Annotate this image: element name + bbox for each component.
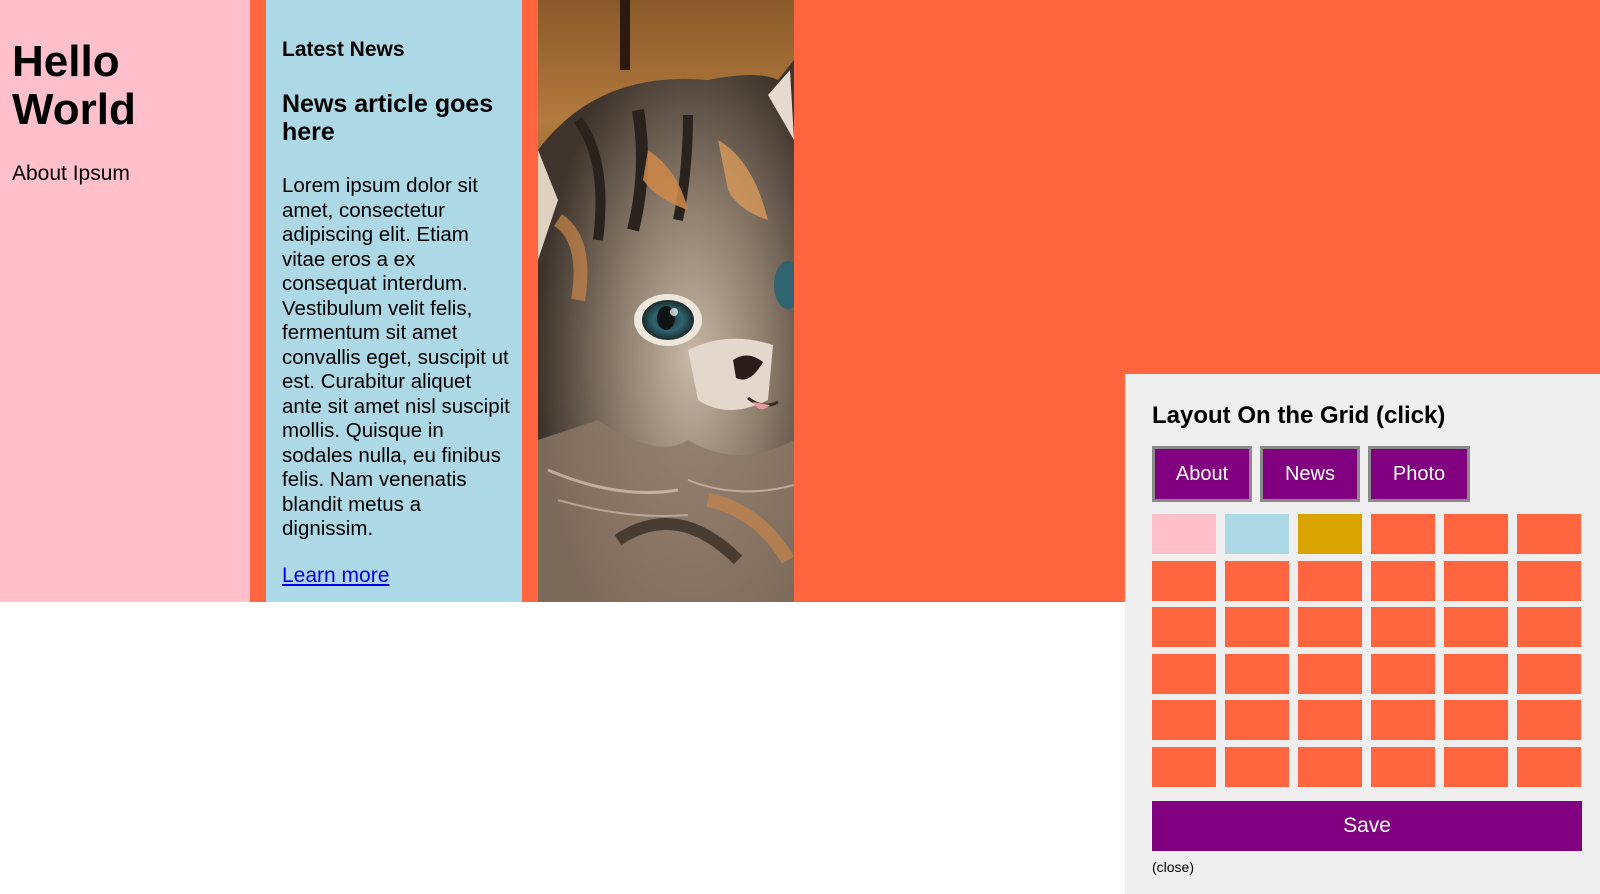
grid-cell-empty[interactable]: [1517, 700, 1581, 740]
grid-cell-empty[interactable]: [1444, 746, 1508, 787]
grid-cell-about[interactable]: [1152, 514, 1216, 554]
grid-cell-empty[interactable]: [1444, 700, 1508, 740]
grid-cell-empty[interactable]: [1371, 514, 1435, 554]
grid-cell-news[interactable]: [1225, 514, 1289, 554]
dialog-title: Layout On the Grid (click): [1152, 402, 1446, 429]
grid-cell-empty[interactable]: [1225, 607, 1289, 647]
grid-cell-empty[interactable]: [1371, 700, 1435, 740]
grid-cell-empty[interactable]: [1298, 607, 1362, 647]
grid-cell-empty[interactable]: [1371, 746, 1435, 787]
learn-more-link[interactable]: Learn more: [282, 564, 389, 588]
grid-cell-empty[interactable]: [1298, 653, 1362, 694]
grid-cell-empty[interactable]: [1152, 653, 1216, 694]
grid-cell-empty[interactable]: [1152, 746, 1216, 787]
grid-cell-empty[interactable]: [1517, 607, 1581, 647]
close-link[interactable]: (close): [1152, 859, 1194, 875]
grid-cell-empty[interactable]: [1371, 560, 1435, 601]
grid-cell-empty[interactable]: [1298, 560, 1362, 601]
grid-cell-empty[interactable]: [1152, 607, 1216, 647]
news-article-title: News article goes here: [282, 90, 494, 146]
grid-cell-empty[interactable]: [1298, 700, 1362, 740]
about-link: About Ipsum: [12, 162, 130, 185]
grid-cell-empty[interactable]: [1152, 700, 1216, 740]
photo-panel: [538, 0, 794, 602]
grid-cell-empty[interactable]: [1517, 514, 1581, 554]
grid-cell-empty[interactable]: [1517, 653, 1581, 694]
news-article-body: Lorem ipsum dolor sit amet, consectetur …: [282, 174, 510, 540]
grid-cell-empty[interactable]: [1152, 560, 1216, 601]
kitten-photo: [538, 0, 794, 602]
grid-cell-photo[interactable]: [1298, 514, 1362, 554]
grid-cell-empty[interactable]: [1371, 653, 1435, 694]
about-panel: Hello World About Ipsum: [0, 0, 250, 602]
about-area-button[interactable]: About: [1152, 446, 1252, 502]
grid-cell-empty[interactable]: [1444, 560, 1508, 601]
grid-cell-empty[interactable]: [1225, 746, 1289, 787]
news-area-button[interactable]: News: [1260, 446, 1360, 502]
grid-cell-empty[interactable]: [1371, 607, 1435, 647]
grid-cell-empty[interactable]: [1444, 653, 1508, 694]
grid-cell-empty[interactable]: [1225, 653, 1289, 694]
grid-cell-empty[interactable]: [1517, 560, 1581, 601]
about-title: Hello World: [12, 37, 136, 134]
layout-cell-grid: [1152, 514, 1582, 787]
layout-grid-dialog: Layout On the Grid (click) About News Ph…: [1125, 374, 1600, 894]
news-heading: Latest News: [282, 38, 405, 61]
photo-area-button[interactable]: Photo: [1368, 446, 1470, 502]
grid-cell-empty[interactable]: [1444, 514, 1508, 554]
area-button-group: About News Photo: [1152, 446, 1582, 502]
grid-cell-empty[interactable]: [1444, 607, 1508, 647]
grid-cell-empty[interactable]: [1517, 746, 1581, 787]
grid-cell-empty[interactable]: [1225, 560, 1289, 601]
news-panel: Latest News News article goes here Lorem…: [266, 0, 522, 602]
grid-cell-empty[interactable]: [1298, 746, 1362, 787]
grid-cell-empty[interactable]: [1225, 700, 1289, 740]
save-button[interactable]: Save: [1152, 800, 1582, 851]
